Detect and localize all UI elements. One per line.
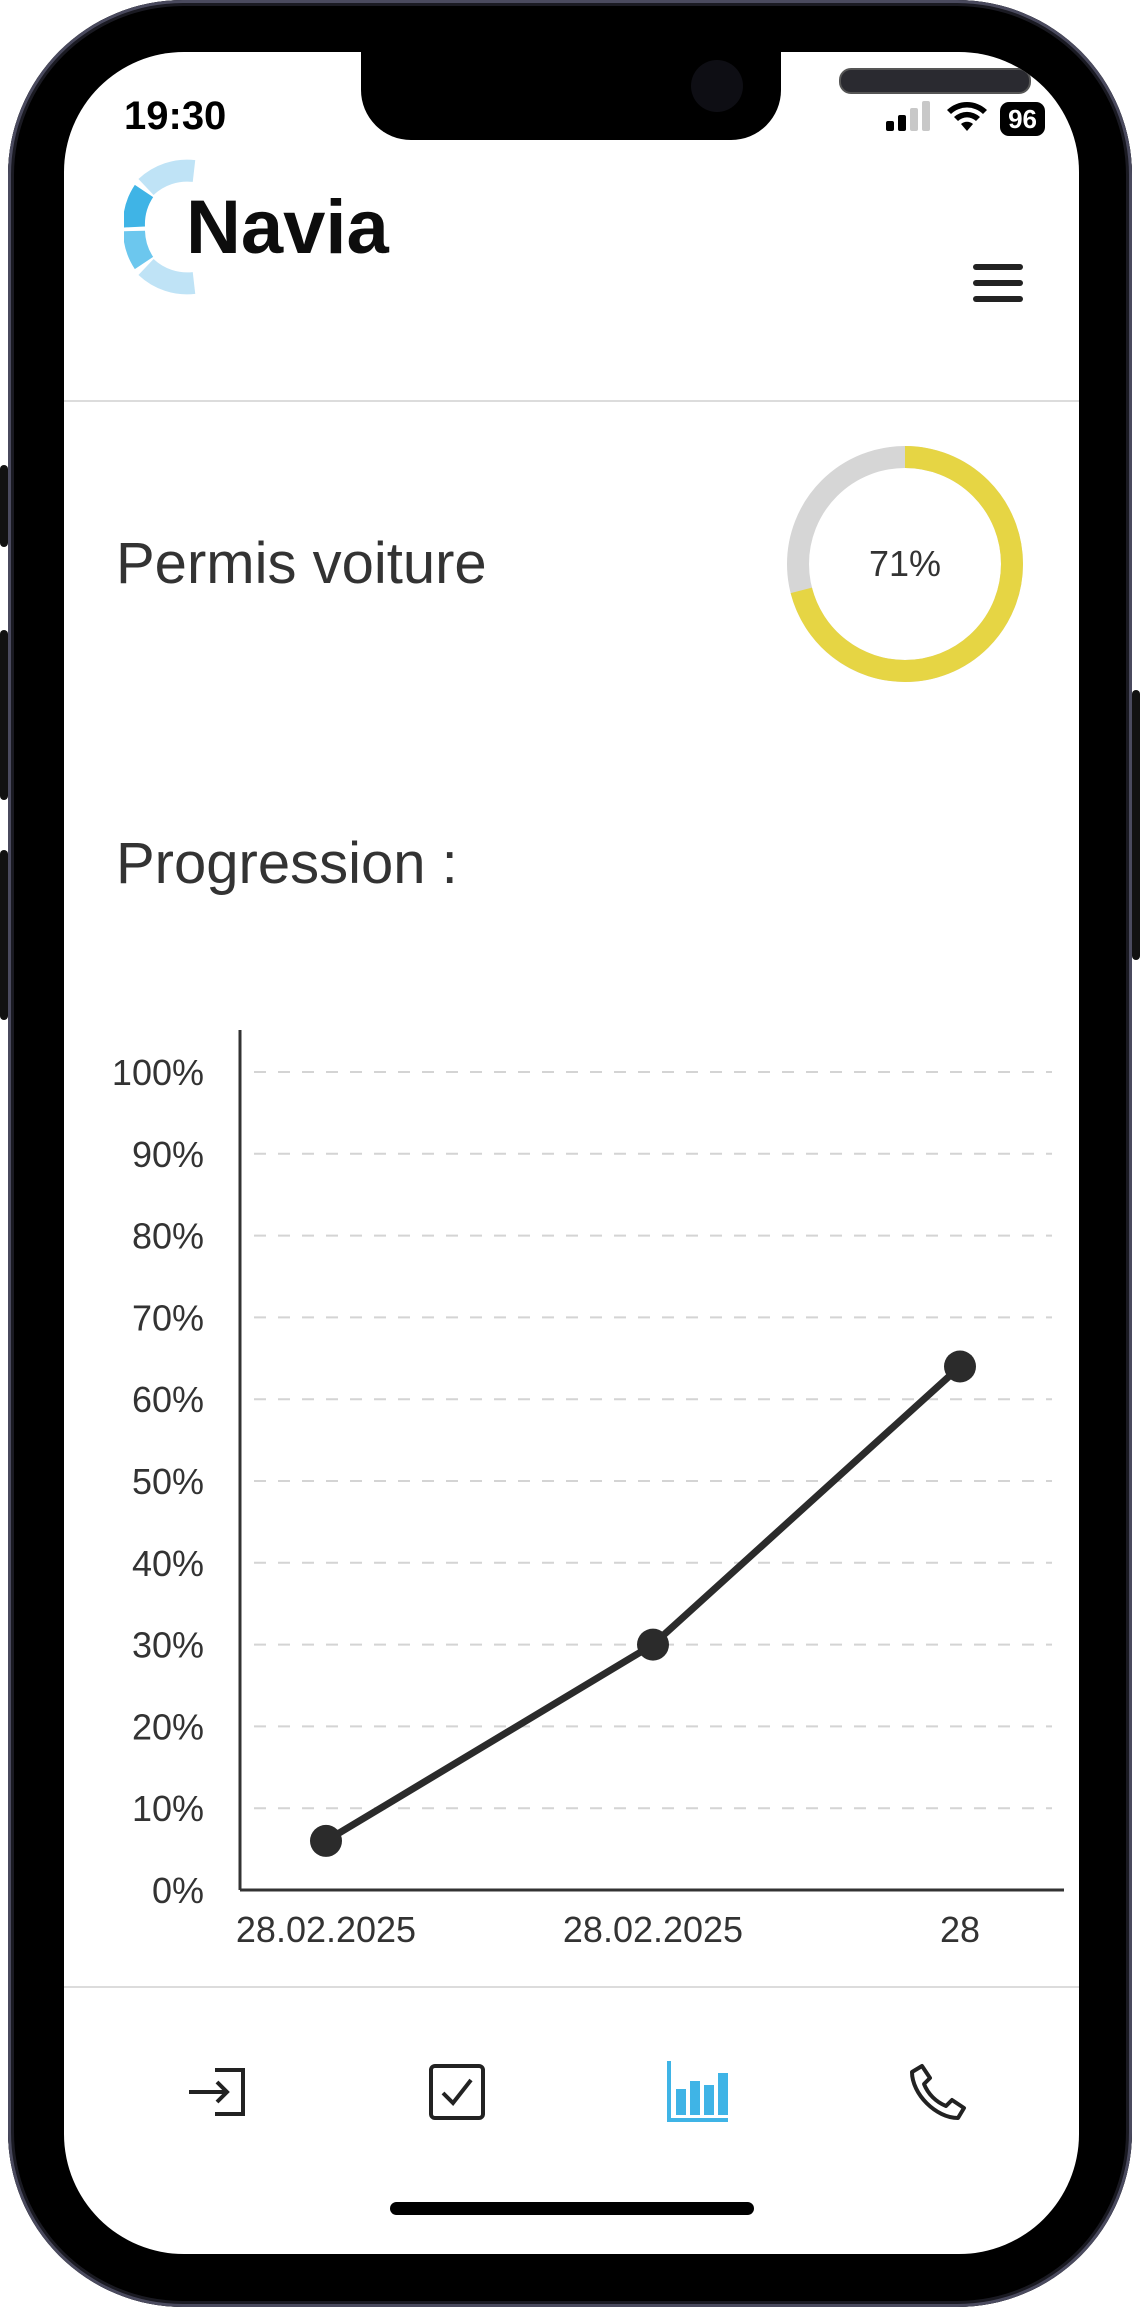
tab-contact[interactable]: [898, 2052, 978, 2132]
logo-wordmark: Navia: [186, 184, 389, 270]
camera-icon: [691, 60, 743, 112]
wifi-icon: [946, 100, 988, 137]
series-line: [324, 1363, 963, 1844]
logo-text: Navia: [186, 184, 389, 271]
tabbar-divider: [64, 1986, 1079, 1988]
y-tick-label: 100%: [112, 1052, 204, 1093]
phone-icon: [910, 2064, 966, 2120]
progress-percent: 71%: [868, 543, 942, 584]
y-tick-label: 50%: [132, 1461, 204, 1502]
side-button: [0, 465, 8, 547]
x-tick-label: 28: [940, 1909, 980, 1950]
status-time: 19:30: [124, 94, 227, 138]
bar-chart-icon: [667, 2061, 728, 2122]
y-tick-label: 60%: [132, 1379, 204, 1420]
status-icons: 96: [886, 100, 1045, 137]
navia-logo[interactable]: Navia: [124, 157, 389, 297]
data-point: [637, 1628, 669, 1661]
notch: [361, 52, 1031, 140]
y-tick-label: 30%: [132, 1625, 204, 1666]
data-point: [944, 1350, 976, 1383]
x-tick-label: 28.02.2025: [236, 1909, 416, 1950]
progression-chart: 0% 10% 20% 30% 40% 50% 60% 70% 80% 90% 100% 28.02.2…: [112, 1030, 1064, 1950]
y-tick-label: 40%: [132, 1543, 204, 1584]
y-tick-label: 10%: [132, 1788, 204, 1829]
y-tick-label: 20%: [132, 1706, 204, 1747]
y-tick-label: 0%: [152, 1870, 204, 1911]
bottom-tab-bar: [64, 1992, 1079, 2152]
side-button: [0, 630, 8, 800]
speaker: [839, 68, 1031, 94]
progression-title: Progression :: [116, 831, 458, 896]
course-title: Permis voiture: [116, 531, 487, 596]
tab-checklist[interactable]: [417, 2052, 497, 2132]
cellular-signal-icon: [886, 101, 934, 136]
phone-screen: 19:30 96 Navia Permis voiture 71% Progre…: [64, 52, 1079, 2254]
side-button: [0, 850, 8, 1020]
y-tick-label: 90%: [132, 1134, 204, 1175]
y-tick-label: 80%: [132, 1216, 204, 1257]
header-divider: [64, 400, 1079, 402]
y-tick-label: 70%: [132, 1297, 204, 1338]
battery-indicator: 96: [1000, 101, 1045, 136]
x-tick-label: 28.02.2025: [563, 1909, 743, 1950]
side-button: [1132, 690, 1140, 960]
login-icon: [189, 2068, 245, 2116]
home-indicator: [390, 2202, 754, 2215]
tab-progression[interactable]: [658, 2052, 738, 2132]
tab-login[interactable]: [177, 2052, 257, 2132]
hamburger-menu-icon[interactable]: [973, 264, 1023, 302]
data-point: [310, 1824, 342, 1857]
checkbox-icon: [429, 2064, 485, 2120]
